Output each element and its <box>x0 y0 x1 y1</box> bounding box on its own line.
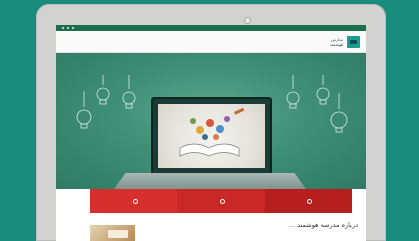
social-icon[interactable] <box>72 27 74 29</box>
feature-item[interactable] <box>90 189 178 213</box>
lightbulb-icon <box>286 75 300 109</box>
social-icon[interactable] <box>62 27 64 29</box>
lightbulb-icon <box>330 93 348 133</box>
hero-laptop-keyboard <box>114 173 306 189</box>
navbar: مدارس هوشمند <box>56 31 366 53</box>
features-bar <box>90 189 352 213</box>
social-icon[interactable] <box>67 27 69 29</box>
hero-banner <box>56 53 366 189</box>
webcam-icon <box>245 18 250 23</box>
brand-text: مدارس هوشمند <box>330 37 343 47</box>
brand-line-1: مدارس <box>330 36 343 42</box>
feature-item[interactable] <box>177 189 265 213</box>
info-icon <box>219 198 225 204</box>
lightbulb-icon <box>96 75 110 105</box>
lightbulb-icon <box>122 75 136 109</box>
open-book-icon <box>179 107 245 157</box>
brand-line-2: هوشمند <box>329 41 343 47</box>
school-logo-icon <box>347 35 360 48</box>
brand[interactable]: مدارس هوشمند <box>330 35 360 48</box>
about-thumbnail-image[interactable] <box>90 225 135 241</box>
social-icons <box>62 27 74 29</box>
feature-item[interactable] <box>264 189 352 213</box>
section-title: درباره مدرسه هوشمند ... <box>288 221 358 229</box>
clock-icon <box>307 198 313 204</box>
hero-laptop-image <box>151 97 272 175</box>
website-screen: مدارس هوشمند درباره مدرسه هوشمند ... <box>56 25 366 241</box>
about-section: درباره مدرسه هوشمند ... <box>56 213 366 241</box>
book-illustration <box>158 104 265 168</box>
phone-icon <box>132 198 138 204</box>
lightbulb-icon <box>76 91 92 129</box>
